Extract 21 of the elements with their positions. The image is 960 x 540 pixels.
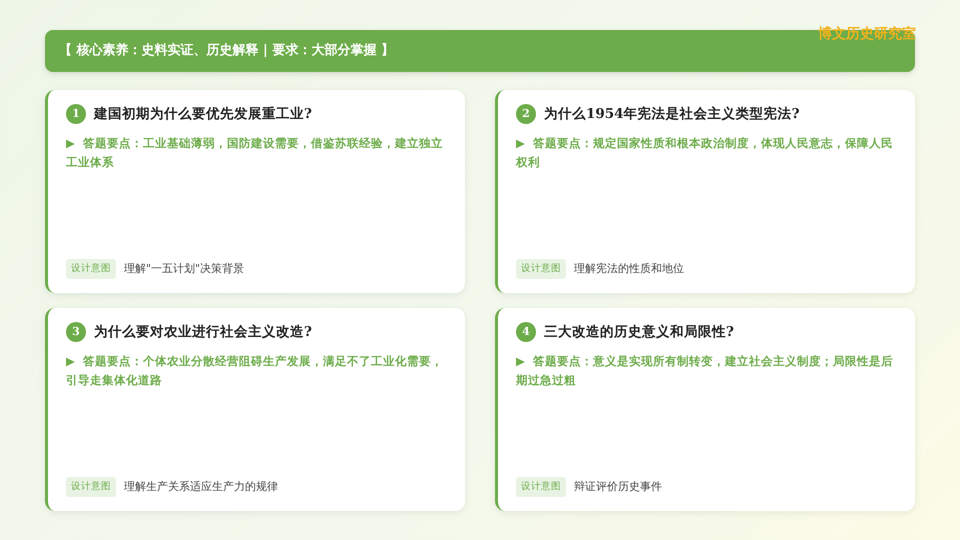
question-title: 为什么1954年宪法是社会主义类型宪法? <box>544 105 800 124</box>
answer-points: ▶ 答题要点：工业基础薄弱，国防建设需要，借鉴苏联经验，建立独立工业体系 <box>66 135 444 171</box>
number-badge: 2 <box>516 104 536 124</box>
intent-tag: 设计意图 <box>516 258 566 279</box>
intent-tag: 设计意图 <box>66 476 116 497</box>
number-badge: 1 <box>66 104 86 124</box>
answer-points: ▶ 答题要点：个体农业分散经营阻碍生产发展，满足不了工业化需要，引导走集体化道路 <box>66 353 444 389</box>
answer-points: ▶ 答题要点：意义是实现所有制转变，建立社会主义制度；局限性是后期过急过粗 <box>516 353 894 389</box>
intent-text: 理解宪法的性质和地位 <box>574 260 684 277</box>
answer-points: ▶ 答题要点：规定国家性质和根本政治制度，体现人民意志，保障人民权利 <box>516 135 894 171</box>
intent-tag: 设计意图 <box>66 258 116 279</box>
intent-text: 辩证评价历史事件 <box>574 478 662 495</box>
number-badge: 3 <box>66 322 86 342</box>
intent-text: 理解"一五计划"决策背景 <box>124 260 244 277</box>
header-text: 【 核心素养：史料实证、历史解释 | 要求：大部分掌握 】 <box>59 42 394 60</box>
intent-tag: 设计意图 <box>516 476 566 497</box>
question-title: 为什么要对农业进行社会主义改造? <box>94 323 312 342</box>
question-title: 三大改造的历史意义和局限性? <box>544 323 734 342</box>
question-title: 建国初期为什么要优先发展重工业? <box>94 105 312 124</box>
intent-text: 理解生产关系适应生产力的规律 <box>124 478 278 495</box>
number-badge: 4 <box>516 322 536 342</box>
